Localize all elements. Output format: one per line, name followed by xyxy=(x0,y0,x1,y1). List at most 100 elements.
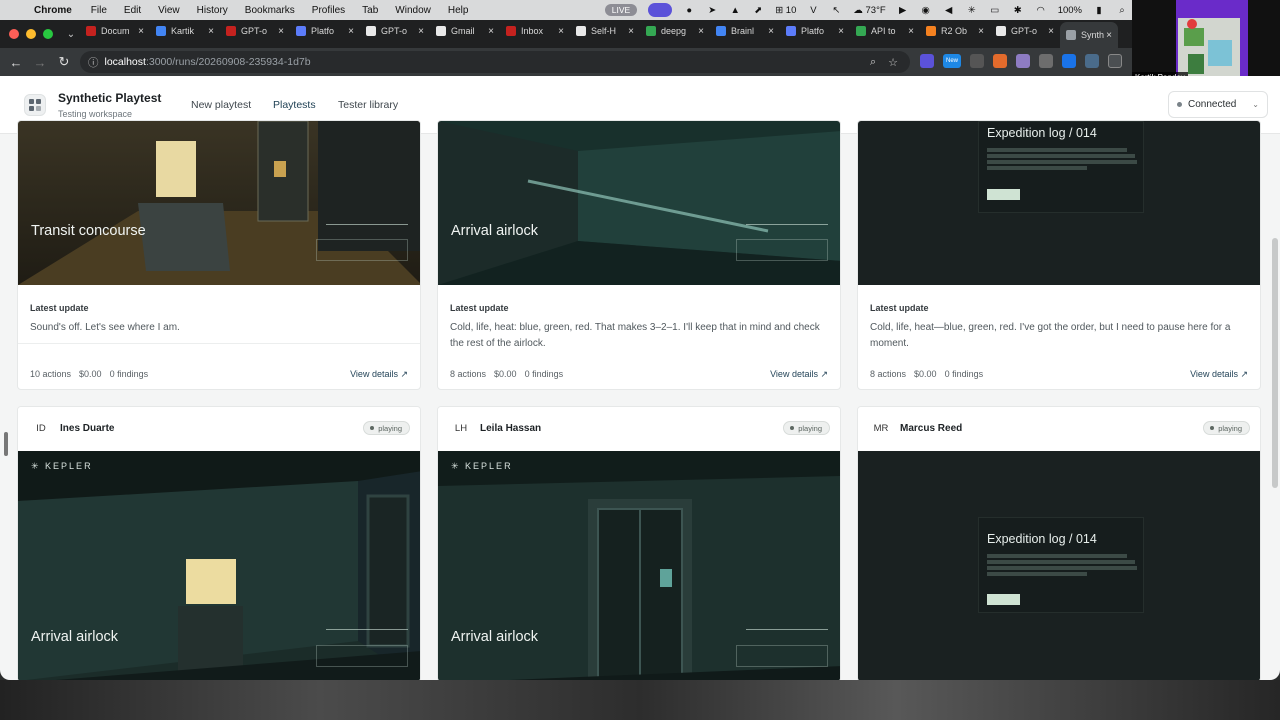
nav-tester-library[interactable]: Tester library xyxy=(338,99,398,111)
extension-5-icon[interactable] xyxy=(1039,54,1053,68)
close-log-button[interactable] xyxy=(987,594,1020,605)
address-bar[interactable]: ⓘ localhost:3000/runs/20260908-235934-1d… xyxy=(80,51,910,73)
spotlight-icon[interactable]: ⌕ xyxy=(1116,5,1128,16)
battery-percent[interactable]: 100% xyxy=(1058,5,1082,16)
extension-3-icon[interactable] xyxy=(993,54,1007,68)
close-log-button[interactable] xyxy=(987,189,1020,200)
browser-tab[interactable]: Docum × xyxy=(80,20,150,42)
page-scrollbar[interactable] xyxy=(1272,238,1278,488)
game-screenshot[interactable]: Expedition log / 014 xyxy=(858,121,1260,285)
menu-tab[interactable]: Tab xyxy=(362,5,378,16)
browser-tab[interactable]: Platfo × xyxy=(780,20,850,42)
tab-close-icon[interactable]: × xyxy=(628,26,634,37)
browser-tab[interactable]: R2 Ob × xyxy=(920,20,990,42)
browser-tab[interactable]: GPT-o × xyxy=(990,20,1060,42)
focus-icon[interactable]: ◉ xyxy=(920,5,932,16)
menu-window[interactable]: Window xyxy=(395,5,431,16)
extension-7-icon[interactable] xyxy=(1085,54,1099,68)
browser-tab[interactable]: Platfo × xyxy=(290,20,360,42)
menu-file[interactable]: File xyxy=(91,5,107,16)
menu-view[interactable]: View xyxy=(158,5,180,16)
game-screenshot[interactable]: Transit concourse xyxy=(18,121,420,285)
tab-close-icon[interactable]: × xyxy=(348,26,354,37)
play-icon[interactable]: ▶ xyxy=(897,5,909,16)
zoom-icon[interactable]: ● xyxy=(683,5,695,16)
tab-close-icon[interactable]: × xyxy=(1106,30,1112,41)
forward-arrow-icon[interactable]: → xyxy=(28,55,52,70)
extension-6-icon[interactable] xyxy=(1062,54,1076,68)
tab-close-icon[interactable]: × xyxy=(978,26,984,37)
browser-tab[interactable]: Gmail × xyxy=(430,20,500,42)
screen-record-icon[interactable] xyxy=(648,3,673,17)
live-indicator[interactable]: LIVE xyxy=(604,4,638,16)
menu-help[interactable]: Help xyxy=(448,5,469,16)
menu-bookmarks[interactable]: Bookmarks xyxy=(245,5,295,16)
view-details-link[interactable]: View details ↗ xyxy=(1190,369,1248,380)
browser-tab[interactable]: deepg × xyxy=(640,20,710,42)
extensions-puzzle-icon[interactable] xyxy=(1108,54,1122,68)
bluetooth-icon[interactable]: ✱ xyxy=(1012,5,1024,16)
reload-icon[interactable]: ↻ xyxy=(52,54,76,70)
app-logo-icon[interactable] xyxy=(24,94,46,116)
vectorize-icon[interactable]: V xyxy=(807,5,819,16)
game-screenshot[interactable]: ✳ KEPLER Arrival airlock xyxy=(438,451,840,680)
nav-playtests[interactable]: Playtests xyxy=(273,99,316,111)
bell-icon[interactable]: ▲ xyxy=(729,5,741,16)
tab-close-icon[interactable]: × xyxy=(908,26,914,37)
browser-tab[interactable]: Kartik × xyxy=(150,20,220,42)
zoom-lens-icon[interactable]: ⌕ xyxy=(870,56,876,69)
tab-search-chevron-icon[interactable]: ⌄ xyxy=(62,29,80,40)
weather-widget[interactable]: ☁ 73°F xyxy=(853,5,885,16)
browser-tab[interactable]: GPT-o × xyxy=(220,20,290,42)
tab-close-icon[interactable]: × xyxy=(488,26,494,37)
tab-close-icon[interactable]: × xyxy=(278,26,284,37)
menu-edit[interactable]: Edit xyxy=(124,5,141,16)
extension-1-icon[interactable] xyxy=(920,54,934,68)
new-extension-icon[interactable]: New xyxy=(943,54,961,68)
close-window-button[interactable] xyxy=(9,29,19,39)
extension-2-icon[interactable] xyxy=(970,54,984,68)
tab-close-icon[interactable]: × xyxy=(768,26,774,37)
browser-tab[interactable]: Self-H × xyxy=(570,20,640,42)
volume-icon[interactable]: ◀ xyxy=(943,5,955,16)
extension-4-icon[interactable] xyxy=(1016,54,1030,68)
browser-tab[interactable]: API to × xyxy=(850,20,920,42)
display-icon[interactable]: ▭ xyxy=(989,5,1001,16)
browser-tab[interactable]: GPT-o × xyxy=(360,20,430,42)
bookmark-star-icon[interactable]: ☆ xyxy=(888,56,898,69)
nav-new-playtest[interactable]: New playtest xyxy=(191,99,251,111)
menu-app-name[interactable]: Chrome xyxy=(34,5,72,16)
game-screenshot[interactable]: Arrival airlock xyxy=(438,121,840,285)
menu-history[interactable]: History xyxy=(197,5,228,16)
tab-close-icon[interactable]: × xyxy=(558,26,564,37)
card-header: LH Leila Hassan playing xyxy=(438,407,840,451)
calendar-count[interactable]: ⊞ 10 xyxy=(775,5,796,16)
game-screenshot[interactable]: ✳ KEPLER Arrival airlock xyxy=(18,451,420,680)
arrow-icon[interactable]: ➤ xyxy=(706,5,718,16)
browser-tab[interactable]: Inbox × xyxy=(500,20,570,42)
maximize-window-button[interactable] xyxy=(43,29,53,39)
browser-tab[interactable]: Brainl × xyxy=(710,20,780,42)
site-info-icon[interactable]: ⓘ xyxy=(88,55,99,70)
tab-close-icon[interactable]: × xyxy=(208,26,214,37)
view-details-link[interactable]: View details ↗ xyxy=(350,369,408,380)
tab-close-icon[interactable]: × xyxy=(838,26,844,37)
browser-tab[interactable]: Synth × xyxy=(1060,22,1118,48)
tab-close-icon[interactable]: × xyxy=(138,26,144,37)
view-details-link[interactable]: View details ↗ xyxy=(770,369,828,380)
back-arrow-icon[interactable]: ← xyxy=(4,55,28,70)
game-screenshot[interactable]: Expedition log / 014 xyxy=(858,451,1260,680)
cursor-icon[interactable]: ↖ xyxy=(830,5,842,16)
share-icon[interactable]: ⬈ xyxy=(752,5,764,16)
tab-close-icon[interactable]: × xyxy=(698,26,704,37)
brightness-icon[interactable]: ✳ xyxy=(966,5,978,16)
menu-profiles[interactable]: Profiles xyxy=(312,5,345,16)
sidebar-drag-handle[interactable] xyxy=(4,432,8,456)
connection-status-dropdown[interactable]: Connected ⌄ xyxy=(1168,91,1268,118)
wifi-icon[interactable]: ◠ xyxy=(1035,5,1047,16)
tab-close-icon[interactable]: × xyxy=(418,26,424,37)
brand-title[interactable]: Synthetic Playtest xyxy=(58,91,161,105)
tab-close-icon[interactable]: × xyxy=(1048,26,1054,37)
minimize-window-button[interactable] xyxy=(26,29,36,39)
tab-favicon-icon xyxy=(86,26,96,36)
